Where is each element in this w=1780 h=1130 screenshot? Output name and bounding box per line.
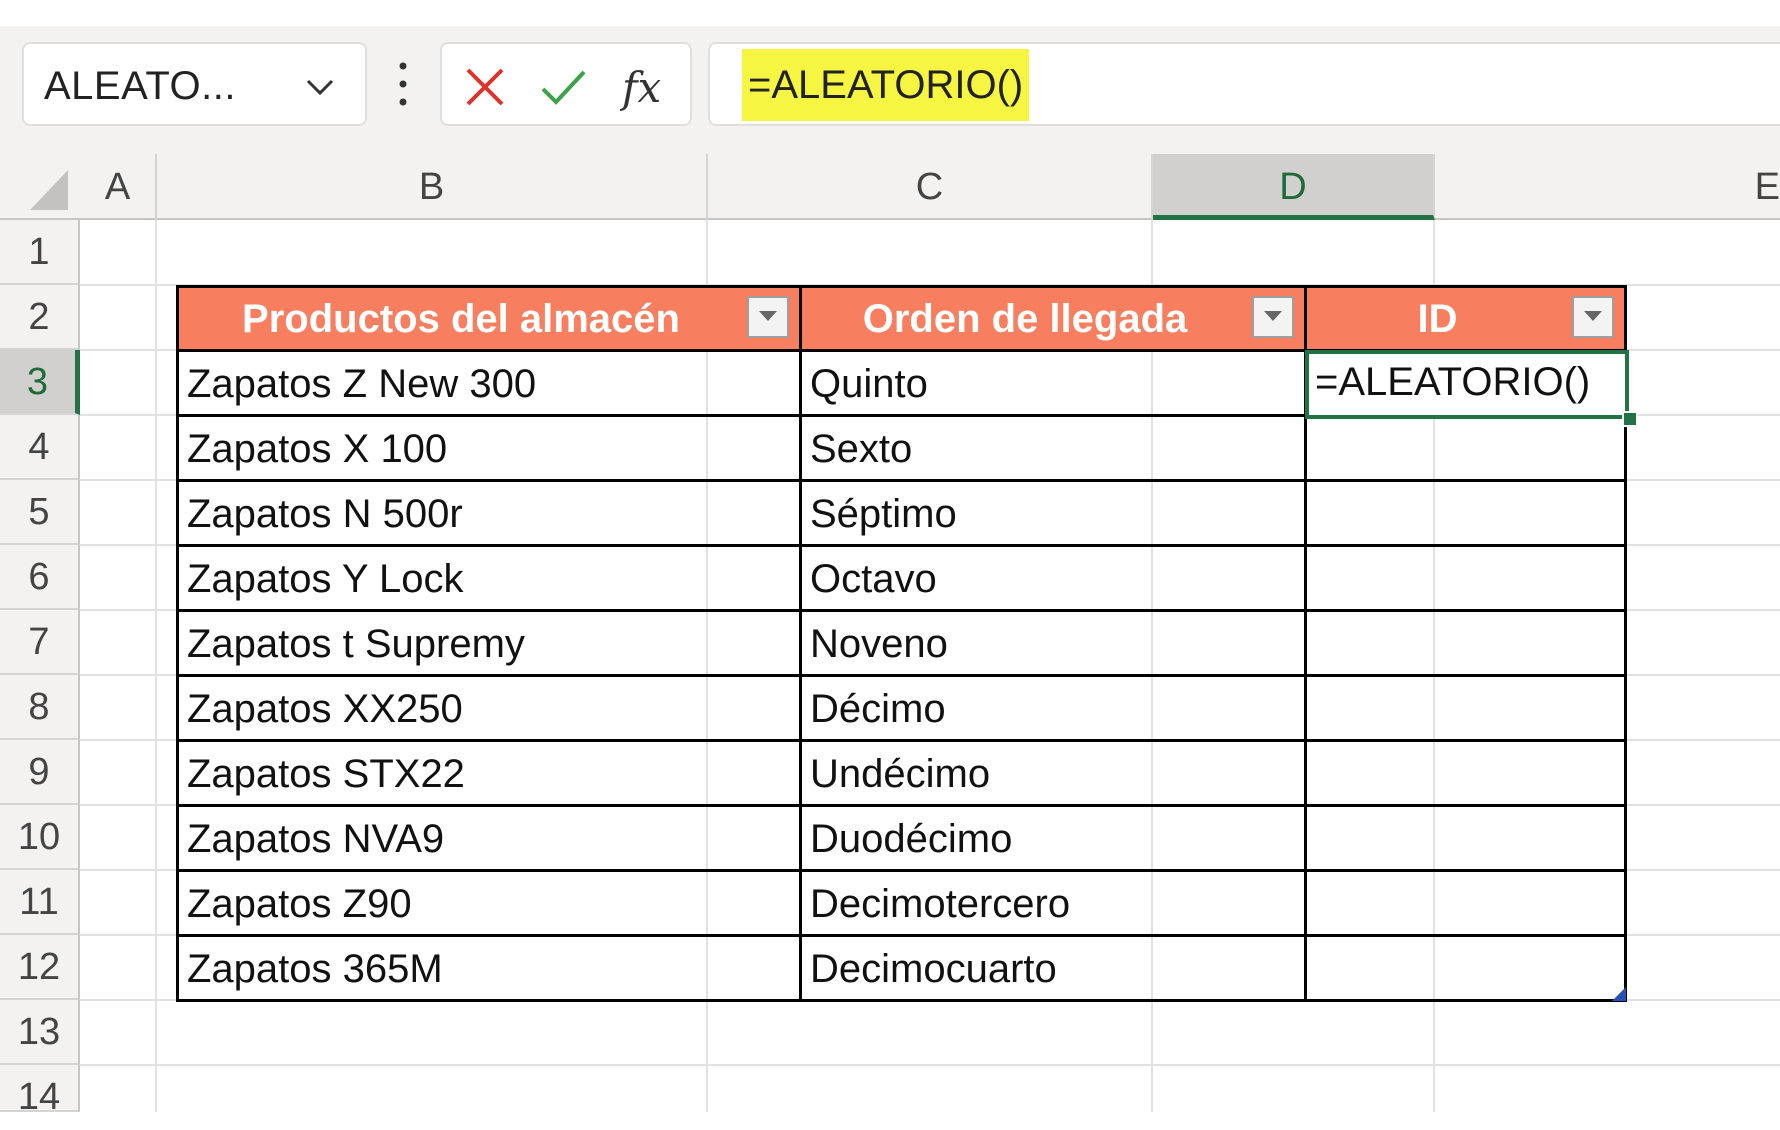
formula-bar: ALEATO... fx =ALEATORIO() — [0, 26, 1780, 154]
table-cell-id[interactable] — [1307, 547, 1627, 612]
column-header-e[interactable]: E — [1435, 154, 1780, 220]
row-header-7[interactable]: 7 — [0, 610, 80, 675]
table-cell-producto[interactable]: Zapatos Y Lock — [176, 547, 802, 612]
row-header-1[interactable]: 1 — [0, 220, 80, 285]
table-header-productos[interactable]: Productos del almacén — [176, 285, 802, 352]
table-cell-producto[interactable]: Zapatos XX250 — [176, 677, 802, 742]
table-cell-producto[interactable]: Zapatos N 500r — [176, 482, 802, 547]
row-header-8[interactable]: 8 — [0, 675, 80, 740]
formula-input[interactable]: =ALEATORIO() — [708, 42, 1780, 126]
table-header-label: ID — [1417, 297, 1458, 341]
fx-label: fx — [620, 63, 662, 112]
table-cell-producto[interactable]: Zapatos STX22 — [176, 742, 802, 807]
chevron-down-icon[interactable] — [303, 70, 337, 104]
close-icon[interactable] — [460, 62, 510, 112]
filter-dropdown-button[interactable] — [1572, 296, 1614, 338]
active-cell-d3[interactable]: =ALEATORIO() — [1305, 350, 1629, 419]
table-cell-orden[interactable]: Undécimo — [802, 742, 1307, 807]
formula-buttons: fx — [440, 42, 692, 126]
row-header-9[interactable]: 9 — [0, 740, 80, 805]
table-cell-producto[interactable]: Zapatos NVA9 — [176, 807, 802, 872]
chevron-down-icon — [759, 311, 777, 321]
spreadsheet-grid: A B C D E 1 2 3 4 5 6 7 8 9 10 11 12 13 … — [0, 154, 1780, 1118]
table-cell-producto[interactable]: Zapatos Z New 300 — [176, 352, 802, 417]
column-header-row: A B C D E — [0, 154, 1780, 220]
row-header-14[interactable]: 14 — [0, 1065, 80, 1118]
table-cell-producto[interactable]: Zapatos Z90 — [176, 872, 802, 937]
column-header-b[interactable]: B — [157, 154, 708, 220]
row-header-6[interactable]: 6 — [0, 545, 80, 610]
table-header-label: Productos del almacén — [242, 297, 680, 341]
row-header-11[interactable]: 11 — [0, 870, 80, 935]
table-header-id[interactable]: ID — [1307, 285, 1627, 352]
table-cell-orden[interactable]: Séptimo — [802, 482, 1307, 547]
table-cell-orden[interactable]: Decimocuarto — [802, 937, 1307, 1002]
fill-handle[interactable] — [1622, 411, 1638, 427]
table-header-orden[interactable]: Orden de llegada — [802, 285, 1307, 352]
table-cell-orden[interactable]: Quinto — [802, 352, 1307, 417]
table-cell-orden[interactable]: Décimo — [802, 677, 1307, 742]
table-cell-id[interactable] — [1307, 937, 1627, 1002]
table-cell-orden[interactable]: Decimotercero — [802, 872, 1307, 937]
name-box-value: ALEATO... — [44, 64, 236, 108]
table-cell-id[interactable] — [1307, 677, 1627, 742]
name-box[interactable]: ALEATO... — [22, 42, 367, 126]
row-header-13[interactable]: 13 — [0, 1000, 80, 1065]
filter-dropdown-button[interactable] — [1252, 296, 1294, 338]
fx-icon[interactable]: fx — [620, 62, 676, 112]
row-header-4[interactable]: 4 — [0, 415, 80, 480]
row-header-5[interactable]: 5 — [0, 480, 80, 545]
table-cell-id[interactable] — [1307, 482, 1627, 547]
table-cell-orden[interactable]: Sexto — [802, 417, 1307, 482]
more-options-icon[interactable] — [395, 58, 411, 110]
column-header-d[interactable]: D — [1153, 154, 1435, 220]
row-header-3[interactable]: 3 — [0, 350, 80, 415]
table-header-label: Orden de llegada — [862, 297, 1188, 341]
row-header-2[interactable]: 2 — [0, 285, 80, 350]
chevron-down-icon — [1264, 311, 1282, 321]
row-header-10[interactable]: 10 — [0, 805, 80, 870]
table-cell-orden[interactable]: Octavo — [802, 547, 1307, 612]
table-cell-producto[interactable]: Zapatos X 100 — [176, 417, 802, 482]
table-cell-id[interactable] — [1307, 612, 1627, 677]
table-cell-orden[interactable]: Duodécimo — [802, 807, 1307, 872]
table-cell-id[interactable] — [1307, 807, 1627, 872]
table-cell-producto[interactable]: Zapatos 365M — [176, 937, 802, 1002]
formula-text: =ALEATORIO() — [742, 49, 1030, 121]
column-header-c[interactable]: C — [708, 154, 1153, 220]
table-cell-id[interactable] — [1307, 872, 1627, 937]
table-cell-producto[interactable]: Zapatos t Supremy — [176, 612, 802, 677]
table-resize-icon[interactable] — [1612, 987, 1626, 1001]
title-strip — [0, 0, 1780, 26]
chevron-down-icon — [1584, 311, 1602, 321]
check-icon[interactable] — [538, 62, 588, 112]
select-all-icon[interactable] — [0, 154, 80, 220]
table-cell-id[interactable] — [1307, 742, 1627, 807]
table-cell-orden[interactable]: Noveno — [802, 612, 1307, 677]
table-cell-id[interactable] — [1307, 417, 1627, 482]
row-header-12[interactable]: 12 — [0, 935, 80, 1000]
column-header-a[interactable]: A — [80, 154, 157, 220]
filter-dropdown-button[interactable] — [747, 296, 789, 338]
